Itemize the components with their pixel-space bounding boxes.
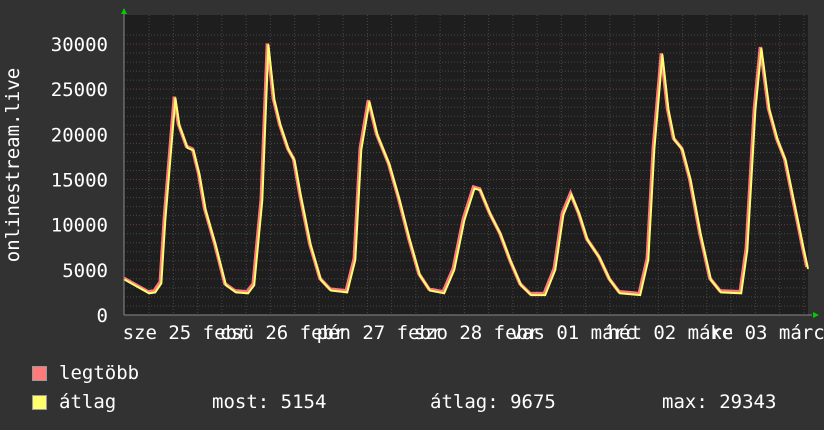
data-point <box>784 159 787 162</box>
data-point <box>710 278 712 281</box>
data-point <box>225 284 227 286</box>
legend-swatch-max <box>32 366 47 381</box>
data-point <box>609 278 611 281</box>
data-point <box>807 267 809 270</box>
data-point <box>667 109 670 111</box>
data-point <box>287 148 290 151</box>
y-tick-label: 25000 <box>51 79 108 101</box>
x-axis-arrow-icon <box>813 312 819 318</box>
data-point <box>204 209 207 212</box>
data-point <box>562 213 565 216</box>
rrd-graph: 0 5000 10000 15000 20000 25000 30000 sze 25 feb… <box>0 0 824 430</box>
data-point <box>760 47 763 50</box>
data-point <box>489 213 492 216</box>
data-point <box>544 294 547 296</box>
x-tick-label: ke 03 márc <box>710 322 824 344</box>
legend-max-label: legtöbb <box>59 362 140 384</box>
data-point <box>198 174 201 176</box>
data-point <box>148 292 150 295</box>
data-point <box>578 213 581 216</box>
data-point <box>398 199 401 202</box>
y-tick-label: 15000 <box>51 170 108 192</box>
data-point <box>192 149 195 152</box>
data-point <box>178 124 181 127</box>
data-point <box>273 99 276 101</box>
data-point <box>409 239 411 241</box>
data-point <box>160 282 163 285</box>
data-point <box>330 289 332 292</box>
data-point <box>520 284 522 286</box>
legend-swatch-avg <box>32 395 47 410</box>
legend-now-value: most: 5154 <box>212 391 327 413</box>
legend-max-value: max: 29343 <box>662 391 777 413</box>
data-point <box>419 274 421 277</box>
data-point <box>473 187 476 190</box>
data-point <box>279 124 282 127</box>
data-point <box>530 294 532 296</box>
data-point <box>215 244 217 247</box>
data-point <box>267 44 270 46</box>
data-point <box>586 239 589 241</box>
data-point <box>776 138 779 141</box>
y-tick-label: 10000 <box>51 215 108 237</box>
data-point <box>354 259 357 261</box>
data-point <box>794 209 797 212</box>
data-point <box>479 189 482 192</box>
data-point <box>463 219 466 221</box>
data-point <box>388 164 391 166</box>
data-point <box>174 97 177 99</box>
data-point <box>673 138 676 141</box>
data-point <box>619 292 621 295</box>
data-point <box>681 148 684 151</box>
y-axis-label: onlinestream.live <box>2 68 24 262</box>
data-point <box>720 291 722 294</box>
data-point <box>320 278 322 281</box>
data-point <box>740 292 743 295</box>
data-point <box>309 244 312 247</box>
y-tick-label: 30000 <box>51 34 108 56</box>
data-point <box>768 109 771 111</box>
data-point <box>803 249 805 251</box>
data-point <box>299 194 302 196</box>
data-point <box>429 289 431 292</box>
data-point <box>453 269 456 271</box>
data-point <box>754 109 757 111</box>
data-point <box>235 291 237 294</box>
y-tick-label: 5000 <box>62 260 108 282</box>
y-tick-label: 0 <box>97 305 108 327</box>
data-point <box>368 101 371 103</box>
y-tick-label: 20000 <box>51 124 108 146</box>
data-point <box>376 134 379 137</box>
legend-average-value: átlag: 9675 <box>430 391 556 413</box>
data-point <box>293 159 296 162</box>
data-point <box>746 249 749 251</box>
data-point <box>360 148 363 151</box>
data-point <box>186 147 189 149</box>
data-point <box>661 54 664 56</box>
data-point <box>570 194 573 196</box>
data-point <box>261 199 264 202</box>
data-point <box>154 291 156 294</box>
data-point <box>510 260 512 263</box>
data-point <box>689 179 692 182</box>
data-point <box>653 148 656 151</box>
data-point <box>647 259 650 261</box>
data-point <box>164 219 167 221</box>
data-point <box>443 292 445 295</box>
data-point <box>554 269 557 271</box>
data-point <box>598 257 601 259</box>
data-point <box>499 233 502 236</box>
data-point <box>700 233 702 236</box>
legend-avg-label: átlag <box>59 391 117 413</box>
data-point <box>253 284 256 286</box>
data-point <box>639 294 641 296</box>
data-point <box>247 292 249 295</box>
data-point <box>346 291 348 294</box>
y-axis-arrow-icon <box>121 8 127 14</box>
